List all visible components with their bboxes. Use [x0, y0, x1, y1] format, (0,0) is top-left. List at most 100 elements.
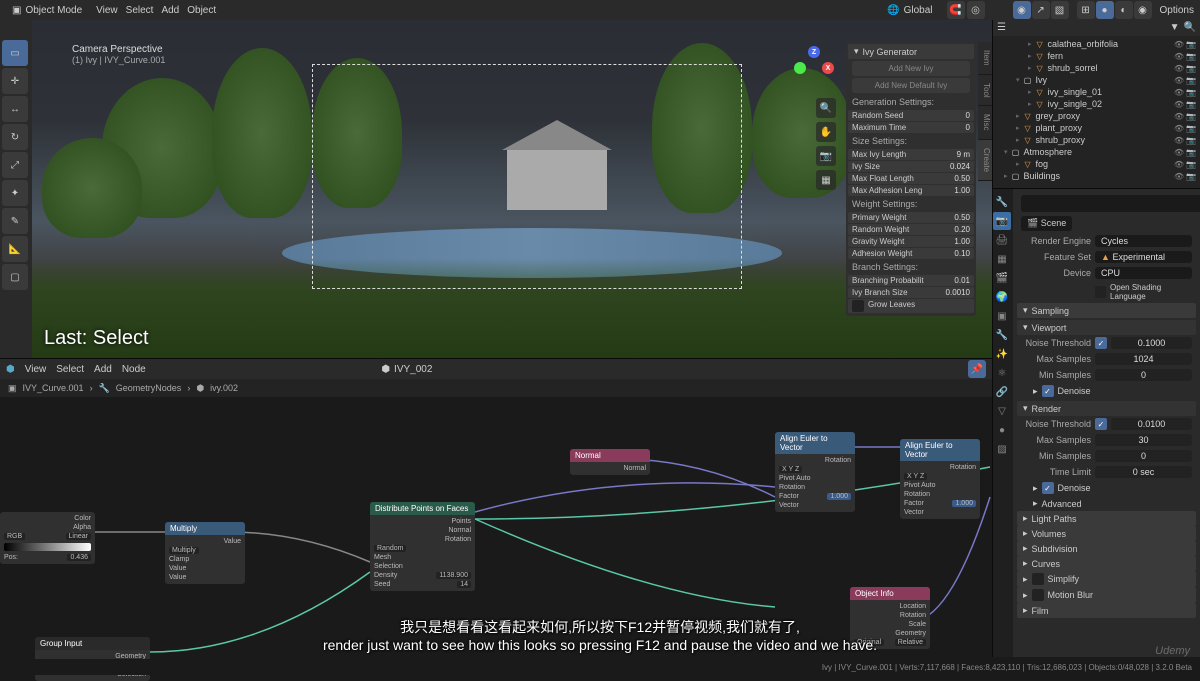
- volumes-header[interactable]: ▸ Volumes: [1017, 526, 1196, 541]
- camera-icon[interactable]: 📷: [816, 146, 836, 166]
- feature-set-dropdown[interactable]: ▲ Experimental: [1095, 251, 1192, 263]
- proptab-tool[interactable]: 🔧: [993, 193, 1011, 211]
- snap-toggle[interactable]: 🧲: [947, 1, 965, 19]
- prop-primary-weight[interactable]: Primary Weight0.50: [848, 212, 974, 223]
- 3d-viewport[interactable]: Camera Perspective (1) Ivy | IVY_Curve.0…: [32, 18, 992, 358]
- node-multiply[interactable]: Multiply Value Multiply Clamp Value Valu…: [165, 522, 245, 584]
- prop-max-ivy-length[interactable]: Max Ivy Length9 m: [848, 149, 974, 160]
- viewport-sampling-header[interactable]: ▾ Viewport: [1017, 320, 1196, 335]
- simplify-checkbox[interactable]: [1032, 573, 1044, 585]
- properties-search[interactable]: [1021, 195, 1200, 212]
- scene-datablock[interactable]: 🎬 Scene: [1021, 216, 1072, 231]
- axis-x[interactable]: X: [822, 62, 834, 74]
- axis-gizmo[interactable]: Z X: [794, 46, 834, 86]
- viewport-menu-view[interactable]: View: [96, 5, 118, 16]
- node-menu-node[interactable]: Node: [122, 364, 146, 375]
- eye-icon[interactable]: 👁: [1174, 52, 1184, 61]
- camera-render-icon[interactable]: 📷: [1186, 64, 1196, 73]
- npanel-item[interactable]: Item: [978, 42, 992, 75]
- motion-blur-header[interactable]: ▸ Motion Blur: [1017, 587, 1196, 603]
- proptab-constraint[interactable]: 🔗: [993, 383, 1011, 401]
- curves-header[interactable]: ▸ Curves: [1017, 556, 1196, 571]
- crumb-group[interactable]: ivy.002: [210, 383, 238, 393]
- axis-z[interactable]: Z: [808, 46, 820, 58]
- prop-ivy-size[interactable]: Ivy Size0.024: [848, 161, 974, 172]
- outliner-row[interactable]: ▸▽ivy_single_01👁📷: [995, 86, 1198, 98]
- eye-icon[interactable]: 👁: [1174, 40, 1184, 49]
- prop-max-float[interactable]: Max Float Length0.50: [848, 173, 974, 184]
- light-paths-header[interactable]: ▸ Light Paths: [1017, 511, 1196, 526]
- eye-icon[interactable]: 👁: [1174, 88, 1184, 97]
- proptab-render[interactable]: 📷: [993, 212, 1011, 230]
- tool-add[interactable]: ▢: [2, 264, 28, 290]
- axis-y[interactable]: [794, 62, 806, 74]
- add-default-ivy-button[interactable]: Add New Default Ivy: [852, 78, 970, 93]
- viewport-menu-add[interactable]: Add: [161, 5, 179, 16]
- npanel-tool[interactable]: Tool: [978, 75, 992, 107]
- filter-icon[interactable]: ▼: [1170, 22, 1180, 33]
- outliner-row[interactable]: ▸▽shrub_proxy👁📷: [995, 134, 1198, 146]
- eye-icon[interactable]: 👁: [1174, 64, 1184, 73]
- eye-icon[interactable]: 👁: [1174, 148, 1184, 157]
- options-dropdown[interactable]: Options: [1160, 5, 1194, 16]
- perspective-icon[interactable]: ▦: [816, 170, 836, 190]
- nodegroup-selector[interactable]: ⬢IVY_002: [375, 363, 438, 376]
- simplify-header[interactable]: ▸ Simplify: [1017, 571, 1196, 587]
- render-sampling-header[interactable]: ▾ Render: [1017, 401, 1196, 416]
- motionblur-checkbox[interactable]: [1032, 589, 1044, 601]
- zoom-icon[interactable]: 🔍: [816, 98, 836, 118]
- rd-min-samples[interactable]: 0: [1095, 450, 1192, 462]
- vp-min-samples[interactable]: 0: [1095, 369, 1192, 381]
- outliner-tree[interactable]: ▸▽calathea_orbifolia👁📷▸▽fern👁📷▸▽shrub_so…: [993, 36, 1200, 184]
- camera-render-icon[interactable]: 📷: [1186, 124, 1196, 133]
- node-colorramp[interactable]: Color Alpha RGBLinear Pos:0.436: [0, 512, 95, 564]
- pan-icon[interactable]: ✋: [816, 122, 836, 142]
- viewport-menu-select[interactable]: Select: [126, 5, 154, 16]
- outliner-row[interactable]: ▸▢Buildings👁📷: [995, 170, 1198, 182]
- node-align-euler-1[interactable]: Align Euler to Vector Rotation X Y Z Piv…: [775, 432, 855, 512]
- camera-render-icon[interactable]: 📷: [1186, 148, 1196, 157]
- outliner-icon[interactable]: ☰: [997, 22, 1006, 33]
- vp-max-samples[interactable]: 1024: [1095, 353, 1192, 365]
- orientation-selector[interactable]: 🌐Global: [881, 4, 938, 17]
- eye-icon[interactable]: 👁: [1174, 112, 1184, 121]
- proptab-data[interactable]: ▽: [993, 402, 1011, 420]
- node-menu-view[interactable]: View: [25, 364, 47, 375]
- proptab-viewlayer[interactable]: ▦: [993, 250, 1011, 268]
- prop-adhesion-weight[interactable]: Adhesion Weight0.10: [848, 248, 974, 259]
- npanel-misc[interactable]: Misc: [978, 106, 992, 139]
- outliner-row[interactable]: ▸▽plant_proxy👁📷: [995, 122, 1198, 134]
- shading-rendered[interactable]: ◉: [1134, 1, 1152, 19]
- proptab-scene[interactable]: 🎬: [993, 269, 1011, 287]
- osl-checkbox[interactable]: [1095, 286, 1106, 298]
- proptab-physics[interactable]: ⚛: [993, 364, 1011, 382]
- camera-render-icon[interactable]: 📷: [1186, 136, 1196, 145]
- geometry-node-editor[interactable]: ⬢ View Select Add Node ⬢IVY_002 📌 ▣ IVY_…: [0, 358, 992, 657]
- proptab-particle[interactable]: ✨: [993, 345, 1011, 363]
- rd-noise-value[interactable]: 0.0100: [1111, 418, 1192, 430]
- prop-max-time[interactable]: Maximum Time0: [848, 122, 974, 133]
- shading-matpreview[interactable]: ◐: [1115, 1, 1133, 19]
- node-align-euler-2[interactable]: Align Euler to Vector Rotation X Y Z Piv…: [900, 439, 980, 519]
- ivy-panel-header[interactable]: ▾ Ivy Generator: [848, 44, 974, 59]
- prop-gravity-weight[interactable]: Gravity Weight1.00: [848, 236, 974, 247]
- subdivision-header[interactable]: ▸ Subdivision: [1017, 541, 1196, 556]
- rd-max-samples[interactable]: 30: [1095, 434, 1192, 446]
- tool-rotate[interactable]: ↻: [2, 124, 28, 150]
- prop-branch-prob[interactable]: Branching Probabilit0.01: [848, 275, 974, 286]
- tool-cursor[interactable]: ✛: [2, 68, 28, 94]
- sampling-panel-header[interactable]: ▾ Sampling: [1017, 303, 1196, 318]
- proportional-toggle[interactable]: ◎: [967, 1, 985, 19]
- tool-annotate[interactable]: ✎: [2, 208, 28, 234]
- tool-transform[interactable]: ✦: [2, 180, 28, 206]
- add-ivy-button[interactable]: Add New Ivy: [852, 61, 970, 76]
- overlay-toggle[interactable]: ◉: [1013, 1, 1031, 19]
- gizmo-toggle[interactable]: ↗: [1032, 1, 1050, 19]
- shading-solid[interactable]: ●: [1096, 1, 1114, 19]
- eye-icon[interactable]: 👁: [1174, 160, 1184, 169]
- eye-icon[interactable]: 👁: [1174, 172, 1184, 181]
- mode-selector[interactable]: ▣Object Mode: [6, 4, 88, 17]
- vp-denoise-checkbox[interactable]: ✓: [1042, 385, 1054, 397]
- camera-render-icon[interactable]: 📷: [1186, 88, 1196, 97]
- outliner-row[interactable]: ▾▢Ivy👁📷: [995, 74, 1198, 86]
